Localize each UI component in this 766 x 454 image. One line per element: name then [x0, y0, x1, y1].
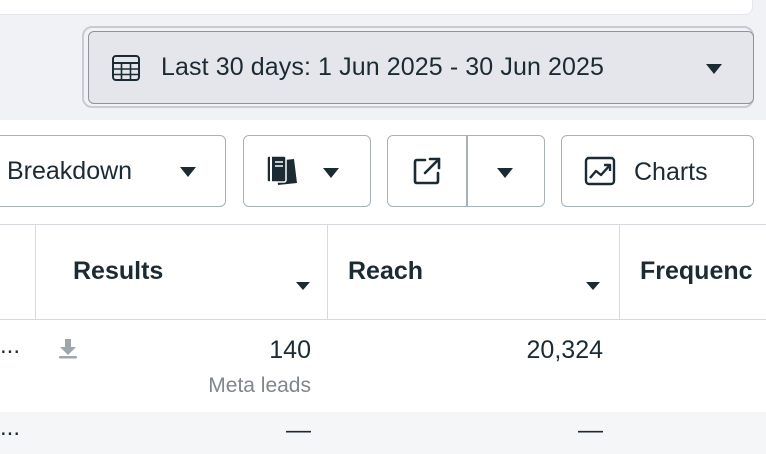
- column-header-name[interactable]: [0, 225, 36, 319]
- reach-value: 20,324: [526, 336, 603, 364]
- chevron-down-icon: [179, 165, 197, 183]
- table-header: Results Reach Frequenc: [0, 224, 766, 320]
- date-range-button[interactable]: Last 30 days: 1 Jun 2025 - 30 Jun 2025: [88, 31, 754, 104]
- results-value: 140: [269, 336, 311, 364]
- charts-button[interactable]: Charts: [561, 135, 754, 207]
- breakdown-button[interactable]: Breakdown: [0, 135, 226, 207]
- download-icon[interactable]: [57, 337, 79, 364]
- sort-caret-icon[interactable]: [295, 269, 311, 298]
- line-chart-icon: [584, 156, 616, 191]
- charts-label: Charts: [634, 158, 708, 186]
- table-row[interactable]: ... — —: [0, 412, 766, 454]
- table-row[interactable]: ... 140 Meta leads 20,324: [0, 320, 766, 412]
- column-header-reach[interactable]: Reach: [328, 225, 620, 319]
- truncated-cell: ...: [0, 414, 21, 441]
- export-arrow-icon[interactable]: [412, 156, 442, 191]
- results-table: Results Reach Frequenc ... 140 Meta lead…: [0, 224, 766, 454]
- column-header-label: Results: [73, 257, 164, 285]
- chevron-down-icon[interactable]: [496, 166, 514, 184]
- reports-button[interactable]: [243, 135, 371, 207]
- split-divider: [466, 136, 468, 206]
- truncated-cell: ...: [0, 332, 21, 359]
- chevron-down-icon: [705, 62, 723, 80]
- sort-caret-icon[interactable]: [585, 269, 601, 298]
- reach-value: —: [578, 416, 603, 444]
- date-range-label: Last 30 days: 1 Jun 2025 - 30 Jun 2025: [161, 53, 605, 81]
- breakdown-label: Breakdown: [7, 156, 133, 185]
- column-header-results[interactable]: Results: [36, 225, 328, 319]
- export-button-group[interactable]: [387, 135, 545, 207]
- results-value: —: [286, 416, 311, 444]
- top-card: [0, 0, 753, 15]
- chevron-down-icon: [322, 166, 340, 184]
- reports-stack-icon: [264, 154, 300, 193]
- column-header-label: Reach: [348, 257, 424, 285]
- calendar-icon: [111, 53, 141, 83]
- column-header-frequency[interactable]: Frequenc: [620, 225, 766, 319]
- column-header-label: Frequenc: [640, 257, 753, 285]
- results-type: Meta leads: [208, 374, 311, 397]
